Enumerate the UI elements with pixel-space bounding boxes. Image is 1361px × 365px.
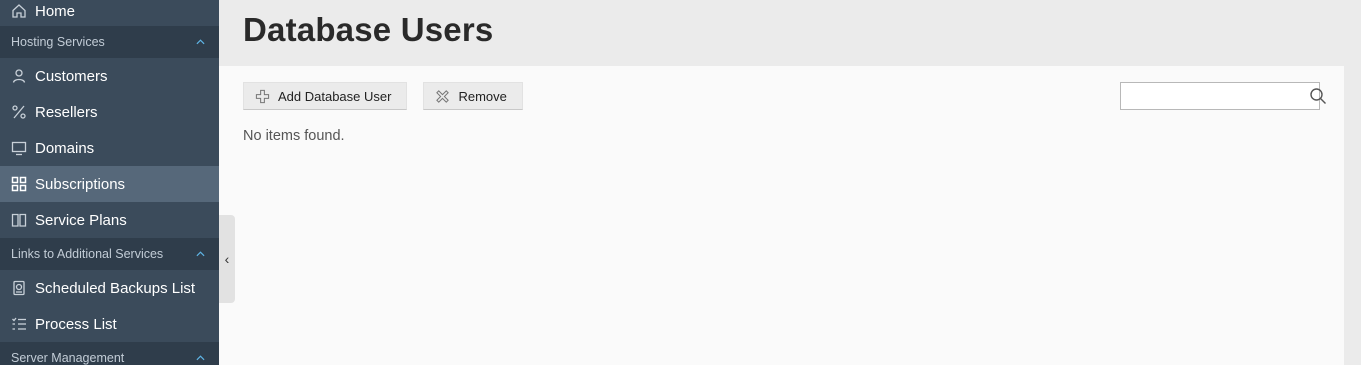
remove-x-icon	[435, 89, 450, 104]
toolbar: Add Database User Remove	[243, 82, 523, 110]
remove-label: Remove	[458, 88, 507, 104]
sidebar-item-scheduled-backups[interactable]: Scheduled Backups List	[0, 270, 219, 306]
main-content: Add Database User Remove No items found.	[219, 66, 1344, 365]
add-database-user-label: Add Database User	[278, 88, 392, 104]
chevron-up-icon	[196, 352, 205, 364]
home-icon	[11, 3, 27, 19]
page-header: Database Users	[219, 0, 1344, 66]
sidebar-item-label: Home	[35, 2, 76, 20]
sidebar-item-label: Resellers	[35, 103, 98, 121]
search-input[interactable]	[1121, 84, 1309, 108]
sidebar: Home Hosting Services Customers Reseller…	[0, 0, 219, 365]
page-title: Database Users	[243, 11, 494, 48]
percent-icon	[11, 104, 27, 120]
user-icon	[11, 68, 27, 84]
backup-icon	[11, 280, 27, 296]
sidebar-item-home[interactable]: Home	[0, 0, 219, 26]
search-icon[interactable]	[1309, 87, 1327, 105]
sidebar-item-label: Domains	[35, 139, 95, 157]
chevron-up-icon	[196, 36, 205, 48]
sidebar-item-service-plans[interactable]: Service Plans	[0, 202, 219, 238]
chevron-left-icon: ‹	[224, 251, 230, 267]
section-label: Hosting Services	[11, 35, 105, 49]
right-gutter	[1344, 0, 1361, 365]
sidebar-item-label: Customers	[35, 67, 108, 85]
plus-icon	[255, 89, 270, 104]
sidebar-collapse-handle[interactable]: ‹	[219, 215, 235, 303]
section-label: Links to Additional Services	[11, 247, 164, 261]
search-box	[1120, 82, 1326, 110]
sidebar-item-label: Process List	[35, 315, 117, 333]
section-links-additional-services[interactable]: Links to Additional Services	[0, 238, 219, 270]
sidebar-item-domains[interactable]: Domains	[0, 130, 219, 166]
checklist-icon	[11, 316, 27, 332]
grid-icon	[11, 176, 27, 192]
monitor-icon	[11, 140, 27, 156]
remove-button[interactable]: Remove	[423, 82, 523, 110]
book-icon	[11, 212, 27, 228]
section-hosting-services[interactable]: Hosting Services	[0, 26, 219, 58]
empty-message: No items found.	[243, 128, 345, 144]
sidebar-item-subscriptions[interactable]: Subscriptions	[0, 166, 219, 202]
sidebar-item-process-list[interactable]: Process List	[0, 306, 219, 342]
chevron-up-icon	[196, 248, 205, 260]
add-database-user-button[interactable]: Add Database User	[243, 82, 408, 110]
sidebar-item-label: Service Plans	[35, 211, 127, 229]
sidebar-item-label: Subscriptions	[35, 175, 126, 193]
sidebar-item-label: Scheduled Backups List	[35, 279, 196, 297]
sidebar-item-resellers[interactable]: Resellers	[0, 94, 219, 130]
sidebar-item-customers[interactable]: Customers	[0, 58, 219, 94]
section-server-management[interactable]: Server Management	[0, 342, 219, 365]
section-label: Server Management	[11, 351, 125, 365]
